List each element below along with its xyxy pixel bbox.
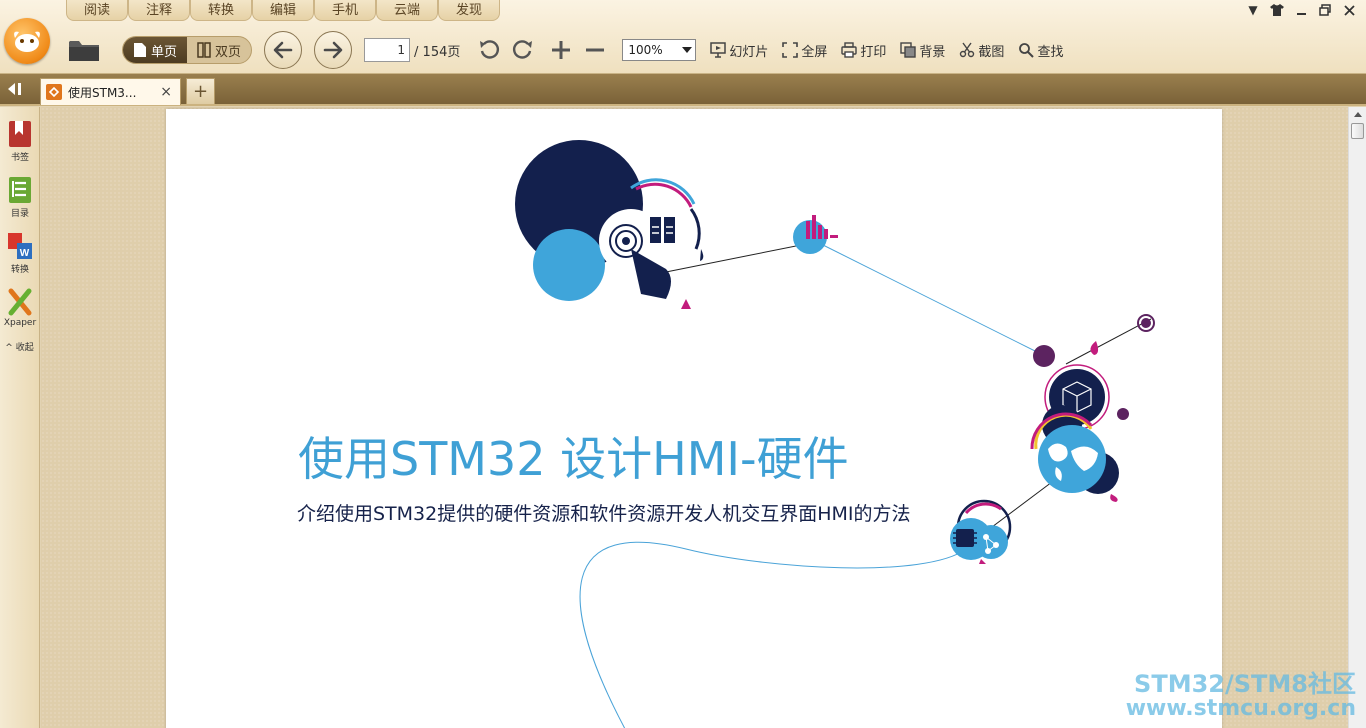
total-pages-label: / 154页	[414, 44, 461, 60]
sidebar-label-convert: 转换	[10, 265, 29, 275]
plus-icon	[552, 41, 571, 59]
scissors-icon	[960, 42, 975, 58]
window-controls: ▼	[1244, 2, 1358, 18]
slideshow-button[interactable]: 幻灯片	[710, 41, 768, 60]
document-subtitle: 介绍使用STM32提供的硬件资源和软件资源开发人机交互界面HMI的方法	[297, 503, 911, 525]
previous-page-button[interactable]	[264, 31, 303, 69]
double-page-icon	[197, 42, 211, 58]
document-tab-title: 使用STM3...	[68, 85, 137, 100]
screenshot-button[interactable]: 截图	[959, 41, 1004, 60]
menu-tab-mobile[interactable]: 手机	[314, 0, 376, 21]
single-page-icon	[134, 43, 146, 57]
close-tab-icon[interactable]: ×	[160, 84, 172, 100]
toggle-sidebar-button[interactable]	[6, 82, 28, 98]
document-tab[interactable]: 使用STM3... ×	[40, 78, 181, 105]
menu-tabs: 阅读 注释 转换 编辑 手机 云端 发现	[66, 0, 500, 22]
sidebar-collapse-button[interactable]: ^ 收起	[0, 340, 39, 353]
scrollbar-thumb[interactable]	[1351, 123, 1364, 139]
zoom-in-button[interactable]	[548, 37, 574, 63]
new-tab-button[interactable]: +	[186, 78, 215, 104]
search-icon	[1019, 43, 1035, 58]
slideshow-label: 幻灯片	[729, 44, 769, 60]
pdf-page: 使用STM32 设计HMI-硬件 介绍使用STM32提供的硬件资源和软件资源开发…	[166, 109, 1222, 728]
sidebar-label-bookmark: 书签	[10, 153, 29, 163]
background-icon	[900, 42, 917, 58]
fullscreen-label: 全屏	[801, 44, 828, 60]
watermark-line-2: www.stmcu.org.cn	[1125, 695, 1356, 721]
app-logo[interactable]	[4, 18, 50, 64]
dropdown-menu-icon[interactable]: ▼	[1244, 2, 1262, 18]
double-page-button[interactable]: 双页	[187, 37, 251, 63]
single-page-label: 单页	[151, 44, 178, 60]
restore-icon[interactable]	[1316, 2, 1334, 18]
xpaper-icon	[8, 288, 32, 316]
watermark-line-1: STM32/STM8社区	[1134, 669, 1356, 698]
page-navigator: 1 / 154页	[364, 38, 460, 62]
sidebar-item-xpaper[interactable]: Xpaper	[0, 287, 40, 328]
sidebar-label-xpaper: Xpaper	[3, 318, 37, 328]
minus-icon	[586, 48, 605, 52]
single-page-button[interactable]: 单页	[123, 37, 188, 63]
menu-tab-convert[interactable]: 转换	[190, 0, 252, 21]
menu-tab-annotate[interactable]: 注释	[128, 0, 190, 21]
page-number-input[interactable]: 1	[364, 38, 411, 62]
menu-tab-discover[interactable]: 发现	[438, 0, 500, 21]
sidebar-label-toc: 目录	[10, 209, 29, 219]
rotate-right-button[interactable]	[510, 37, 536, 63]
arrow-left-icon	[273, 41, 293, 59]
vertical-scrollbar[interactable]	[1348, 107, 1366, 728]
zoom-value: 100%	[628, 43, 663, 57]
document-tab-strip: 使用STM3... × +	[0, 74, 1366, 106]
menu-tab-cloud[interactable]: 云端	[376, 0, 438, 21]
next-page-button[interactable]	[314, 31, 353, 69]
arrow-right-icon	[323, 41, 343, 59]
fullscreen-icon	[782, 42, 799, 58]
close-window-icon[interactable]	[1340, 2, 1358, 18]
zoom-out-button[interactable]	[582, 37, 608, 63]
left-sidebar: 书签 目录 W 转换 Xpaper ^ 收起	[0, 107, 40, 728]
page-view-toggle: 单页 双页	[122, 36, 253, 64]
document-title: 使用STM32 设计HMI-硬件	[298, 432, 849, 486]
toc-icon	[9, 177, 31, 203]
app-header: 阅读 注释 转换 编辑 手机 云端 发现 ▼ 单页 双页 1 / 154页 10…	[0, 0, 1366, 74]
open-folder-icon[interactable]	[64, 33, 104, 67]
document-viewport[interactable]: 使用STM32 设计HMI-硬件 介绍使用STM32提供的硬件资源和软件资源开发…	[41, 107, 1348, 728]
bookmark-icon	[9, 121, 31, 147]
fullscreen-button[interactable]: 全屏	[782, 41, 827, 60]
menu-tab-edit[interactable]: 编辑	[252, 0, 314, 21]
zoom-select[interactable]: 100%	[622, 39, 697, 61]
skin-shirt-icon[interactable]	[1268, 2, 1286, 18]
rotate-left-button[interactable]	[476, 37, 502, 63]
pdf-file-icon	[46, 84, 62, 100]
search-label: 查找	[1037, 44, 1064, 60]
rotate-left-icon	[480, 40, 500, 59]
rotate-right-icon	[513, 40, 533, 59]
sidebar-item-toc[interactable]: 目录	[0, 175, 40, 219]
printer-icon	[841, 42, 858, 58]
screenshot-label: 截图	[978, 44, 1005, 60]
search-button[interactable]: 查找	[1018, 41, 1063, 60]
chevron-down-icon	[682, 47, 693, 53]
site-watermark: STM32/STM8社区 www.stmcu.org.cn	[1125, 669, 1356, 721]
print-button[interactable]: 打印	[841, 41, 886, 60]
double-page-label: 双页	[215, 44, 242, 60]
main-toolbar: 单页 双页 1 / 154页 100% 幻灯片 全屏 打印 背景 截图 查找	[60, 28, 1063, 72]
background-label: 背景	[919, 44, 946, 60]
sidebar-item-convert[interactable]: W 转换	[0, 231, 40, 275]
cover-illustration	[515, 140, 1155, 728]
print-label: 打印	[860, 44, 887, 60]
slideshow-icon	[710, 42, 727, 58]
menu-tab-read[interactable]: 阅读	[66, 0, 128, 21]
background-button[interactable]: 背景	[900, 41, 945, 60]
sidebar-item-bookmark[interactable]: 书签	[0, 119, 40, 163]
scroll-up-arrow-icon[interactable]	[1349, 107, 1366, 121]
app-logo-icon	[14, 31, 40, 52]
svg-text:W: W	[20, 248, 30, 259]
pdf-to-word-icon: W	[8, 233, 32, 259]
minimize-icon[interactable]	[1292, 2, 1310, 18]
collapse-left-icon	[8, 83, 21, 95]
